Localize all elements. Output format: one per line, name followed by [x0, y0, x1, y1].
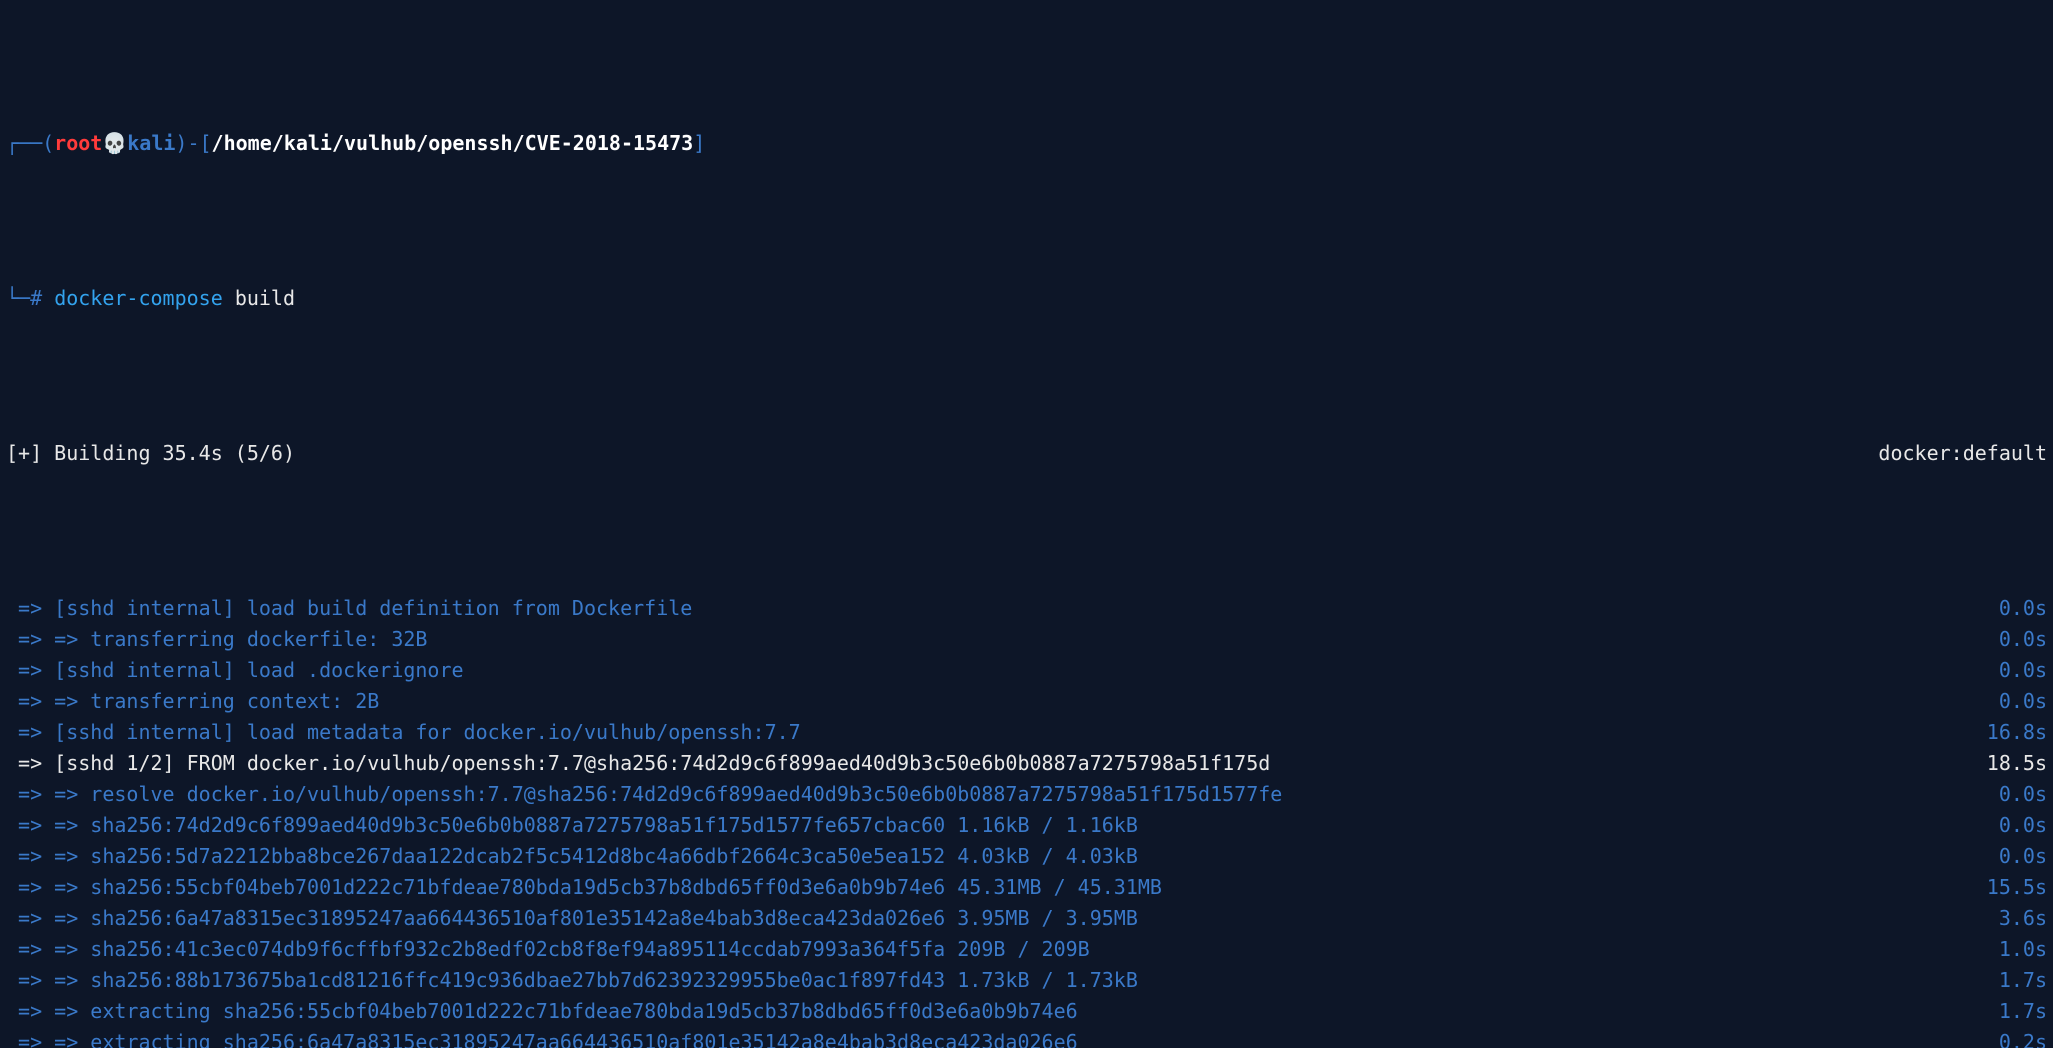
build-row: => => sha256:6a47a8315ec31895247aa664436… — [6, 903, 2047, 934]
build-row-text: => => sha256:6a47a8315ec31895247aa664436… — [6, 903, 1138, 934]
build-row-time: 16.8s — [1967, 717, 2047, 748]
command-part2: build — [235, 286, 295, 310]
build-row-text: => => transferring context: 2B — [6, 686, 379, 717]
build-row-text: => => sha256:5d7a2212bba8bce267daa122dca… — [6, 841, 1138, 872]
build-row-time: 0.0s — [1979, 624, 2047, 655]
build-row-time: 0.0s — [1979, 686, 2047, 717]
build-status-line: [+] Building 35.4s (5/6) docker:default — [6, 438, 2047, 469]
prompt-end: ] — [693, 131, 705, 155]
prompt-line-2: └─# docker-compose build — [6, 283, 2047, 314]
build-row-text: => => extracting sha256:6a47a8315ec31895… — [6, 1027, 1078, 1048]
build-row: => [sshd 1/2] FROM docker.io/vulhub/open… — [6, 748, 2047, 779]
build-row: => => sha256:41c3ec074db9f6cffbf932c2b8e… — [6, 934, 2047, 965]
build-row-text: => => sha256:41c3ec074db9f6cffbf932c2b8e… — [6, 934, 1090, 965]
build-row: => [sshd internal] load metadata for doc… — [6, 717, 2047, 748]
build-row: => => sha256:5d7a2212bba8bce267daa122dca… — [6, 841, 2047, 872]
prompt-line-1: ┌──(root💀kali)-[/home/kali/vulhub/openss… — [6, 128, 2047, 159]
build-row-text: => [sshd 1/2] FROM docker.io/vulhub/open… — [6, 748, 1270, 779]
build-row-time: 0.0s — [1979, 593, 2047, 624]
prompt-host: kali — [127, 131, 175, 155]
build-row: => => extracting sha256:6a47a8315ec31895… — [6, 1027, 2047, 1048]
prompt-open: ┌──( — [6, 131, 54, 155]
build-row-text: => [sshd internal] load metadata for doc… — [6, 717, 801, 748]
build-row-text: => => sha256:74d2d9c6f899aed40d9b3c50e6b… — [6, 810, 1138, 841]
build-row-time: 18.5s — [1967, 748, 2047, 779]
build-row-time: 0.0s — [1979, 779, 2047, 810]
build-row-text: => => extracting sha256:55cbf04beb7001d2… — [6, 996, 1078, 1027]
build-row-text: => => transferring dockerfile: 32B — [6, 624, 427, 655]
command-part1: docker-compose — [54, 286, 223, 310]
prompt-hash: # — [30, 286, 42, 310]
build-row: => => extracting sha256:55cbf04beb7001d2… — [6, 996, 2047, 1027]
build-row-time: 1.7s — [1979, 965, 2047, 996]
build-row-time: 1.0s — [1979, 934, 2047, 965]
build-row-text: => => sha256:88b173675ba1cd81216ffc419c9… — [6, 965, 1138, 996]
build-row-time: 0.0s — [1979, 841, 2047, 872]
build-row: => => sha256:74d2d9c6f899aed40d9b3c50e6b… — [6, 810, 2047, 841]
build-row: => => transferring context: 2B 0.0s — [6, 686, 2047, 717]
build-status-left: [+] Building 35.4s (5/6) — [6, 438, 295, 469]
build-row-time: 0.0s — [1979, 810, 2047, 841]
build-row: => [sshd internal] load .dockerignore 0.0… — [6, 655, 2047, 686]
build-row-time: 15.5s — [1967, 872, 2047, 903]
build-row-time: 3.6s — [1979, 903, 2047, 934]
build-row-text: => => resolve docker.io/vulhub/openssh:7… — [6, 779, 1282, 810]
build-row-text: => [sshd internal] load .dockerignore — [6, 655, 464, 686]
build-row-text: => => sha256:55cbf04beb7001d222c71bfdeae… — [6, 872, 1162, 903]
build-row: => => sha256:88b173675ba1cd81216ffc419c9… — [6, 965, 2047, 996]
build-row-time: 0.2s — [1979, 1027, 2047, 1048]
terminal[interactable]: ┌──(root💀kali)-[/home/kali/vulhub/openss… — [0, 0, 2053, 1048]
build-row: => => transferring dockerfile: 32B 0.0s — [6, 624, 2047, 655]
prompt-path: /home/kali/vulhub/openssh/CVE-2018-15473 — [212, 131, 694, 155]
build-row-time: 1.7s — [1979, 996, 2047, 1027]
build-row: => => resolve docker.io/vulhub/openssh:7… — [6, 779, 2047, 810]
build-output: => [sshd internal] load build definition… — [6, 593, 2047, 1048]
build-row: => [sshd internal] load build definition… — [6, 593, 2047, 624]
prompt-corner: └─ — [6, 286, 30, 310]
build-row: => => sha256:55cbf04beb7001d222c71bfdeae… — [6, 872, 2047, 903]
build-row-time: 0.0s — [1979, 655, 2047, 686]
build-status-right: docker:default — [1858, 438, 2047, 469]
skull-icon: 💀 — [102, 131, 127, 155]
build-row-text: => [sshd internal] load build definition… — [6, 593, 692, 624]
prompt-close: )-[ — [175, 131, 211, 155]
prompt-user: root — [54, 131, 102, 155]
